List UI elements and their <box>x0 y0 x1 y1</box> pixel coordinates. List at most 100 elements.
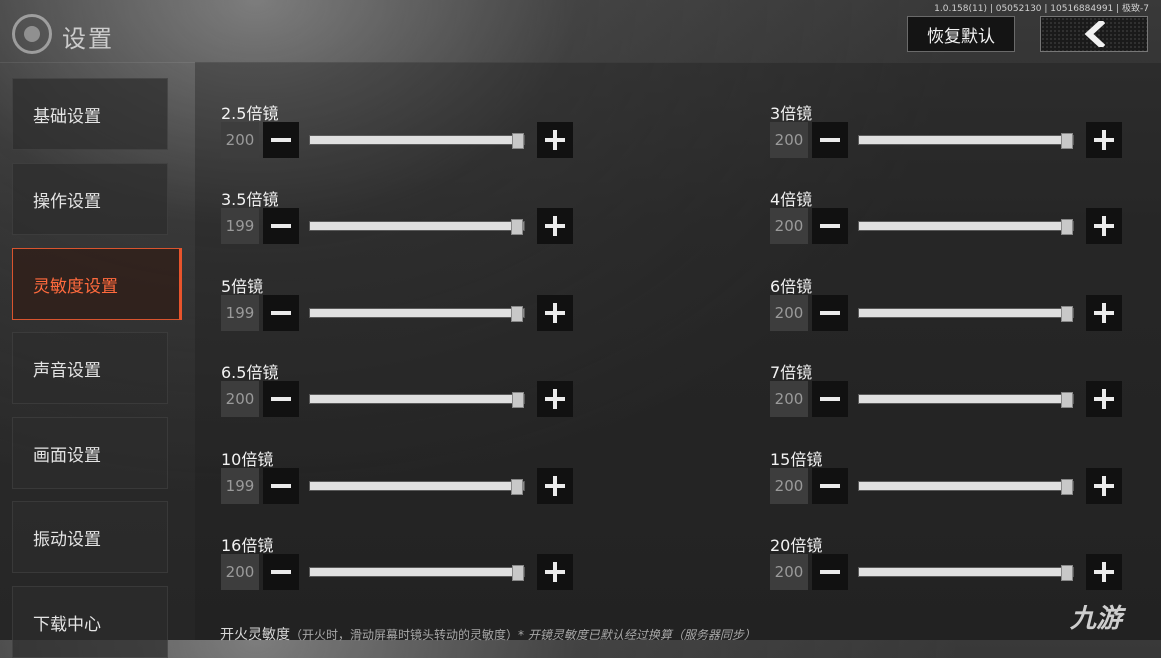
reset-default-button[interactable]: 恢复默认 <box>907 16 1015 52</box>
sensitivity-slider[interactable] <box>858 392 1074 408</box>
slider-fill <box>859 136 1067 144</box>
sensitivity-value[interactable]: 200 <box>221 554 259 590</box>
decrease-button[interactable] <box>812 208 848 244</box>
slider-thumb[interactable] <box>511 306 523 322</box>
increase-button[interactable] <box>1086 295 1122 331</box>
sensitivity-value[interactable]: 200 <box>770 468 808 504</box>
slider-thumb[interactable] <box>1061 565 1073 581</box>
plus-icon <box>1094 476 1114 496</box>
sensitivity-slider[interactable] <box>309 219 525 235</box>
slider-thumb[interactable] <box>1061 133 1073 149</box>
watermark-logo: 九游 <box>1070 604 1123 634</box>
increase-button[interactable] <box>1086 381 1122 417</box>
slider-thumb[interactable] <box>1061 219 1073 235</box>
sensitivity-value[interactable]: 200 <box>770 381 808 417</box>
sensitivity-slider[interactable] <box>309 392 525 408</box>
sensitivity-value[interactable]: 199 <box>221 468 259 504</box>
sensitivity-value[interactable]: 200 <box>770 554 808 590</box>
increase-button[interactable] <box>1086 208 1122 244</box>
increase-button[interactable] <box>1086 122 1122 158</box>
increase-button[interactable] <box>537 381 573 417</box>
sensitivity-slider[interactable] <box>858 306 1074 322</box>
sidebar-item-sensitivity[interactable]: 灵敏度设置 <box>12 248 182 320</box>
decrease-button[interactable] <box>263 295 299 331</box>
sensitivity-slider[interactable] <box>309 479 525 495</box>
decrease-button[interactable] <box>812 554 848 590</box>
decrease-button[interactable] <box>812 381 848 417</box>
plus-icon <box>545 130 565 150</box>
plus-icon <box>545 476 565 496</box>
page-title: 设置 <box>62 25 114 53</box>
sensitivity-value[interactable]: 199 <box>221 208 259 244</box>
plus-icon <box>1094 216 1114 236</box>
scope-sensitivity-row: 6.5倍镜 200 <box>221 359 581 435</box>
increase-button[interactable] <box>537 208 573 244</box>
increase-button[interactable] <box>537 468 573 504</box>
sensitivity-slider[interactable] <box>309 306 525 322</box>
back-button[interactable] <box>1040 16 1148 52</box>
slider-thumb[interactable] <box>1061 392 1073 408</box>
slider-thumb[interactable] <box>1061 306 1073 322</box>
decrease-button[interactable] <box>812 468 848 504</box>
scope-label: 3倍镜 <box>770 104 813 123</box>
scope-label: 5倍镜 <box>221 277 264 296</box>
sensitivity-value[interactable]: 200 <box>770 122 808 158</box>
increase-button[interactable] <box>537 295 573 331</box>
minus-icon <box>271 476 291 496</box>
sensitivity-value[interactable]: 200 <box>221 122 259 158</box>
slider-fill <box>310 222 517 230</box>
version-info: 1.0.158(11) | 05052130 | 10516884991 | 极… <box>934 4 1149 14</box>
minus-icon <box>820 216 840 236</box>
minus-icon <box>271 389 291 409</box>
sensitivity-value[interactable]: 199 <box>221 295 259 331</box>
increase-button[interactable] <box>537 122 573 158</box>
minus-icon <box>271 303 291 323</box>
decrease-button[interactable] <box>263 554 299 590</box>
decrease-button[interactable] <box>263 468 299 504</box>
scope-label: 10倍镜 <box>221 450 274 469</box>
sensitivity-slider[interactable] <box>858 219 1074 235</box>
plus-icon <box>1094 303 1114 323</box>
minus-icon <box>271 562 291 582</box>
slider-thumb[interactable] <box>512 565 524 581</box>
sensitivity-value[interactable]: 200 <box>770 208 808 244</box>
decrease-button[interactable] <box>812 122 848 158</box>
sensitivity-value[interactable]: 200 <box>221 381 259 417</box>
decrease-button[interactable] <box>812 295 848 331</box>
sensitivity-value[interactable]: 200 <box>770 295 808 331</box>
sidebar-item-audio[interactable]: 声音设置 <box>12 332 168 404</box>
scope-sensitivity-row: 3.5倍镜 199 <box>221 186 581 262</box>
slider-thumb[interactable] <box>512 392 524 408</box>
minus-icon <box>820 562 840 582</box>
minus-icon <box>271 130 291 150</box>
decrease-button[interactable] <box>263 122 299 158</box>
sidebar-item-downloads[interactable]: 下载中心 <box>12 586 168 658</box>
scope-sensitivity-row: 6倍镜 200 <box>770 273 1130 349</box>
sidebar-item-basic[interactable]: 基础设置 <box>12 78 168 150</box>
decrease-button[interactable] <box>263 208 299 244</box>
increase-button[interactable] <box>537 554 573 590</box>
slider-fill <box>310 395 518 403</box>
scope-sensitivity-row: 5倍镜 199 <box>221 273 581 349</box>
increase-button[interactable] <box>1086 468 1122 504</box>
slider-fill <box>859 309 1067 317</box>
sensitivity-slider[interactable] <box>309 565 525 581</box>
sensitivity-slider[interactable] <box>309 133 525 149</box>
slider-thumb[interactable] <box>511 219 523 235</box>
increase-button[interactable] <box>1086 554 1122 590</box>
sensitivity-slider[interactable] <box>858 133 1074 149</box>
minus-icon <box>271 216 291 236</box>
sidebar-item-graphics[interactable]: 画面设置 <box>12 417 168 489</box>
fire-sensitivity-heading: 开火灵敏度（开火时，滑动屏幕时镜头转动的灵敏度）* 开镜灵敏度已默认经过换算（服… <box>220 624 756 644</box>
slider-fill <box>310 482 517 490</box>
sidebar-item-vibration[interactable]: 振动设置 <box>12 501 168 573</box>
slider-thumb[interactable] <box>511 479 523 495</box>
sensitivity-slider[interactable] <box>858 565 1074 581</box>
decrease-button[interactable] <box>263 381 299 417</box>
sensitivity-slider[interactable] <box>858 479 1074 495</box>
sidebar-item-controls[interactable]: 操作设置 <box>12 163 168 235</box>
slider-thumb[interactable] <box>512 133 524 149</box>
slider-thumb[interactable] <box>1061 479 1073 495</box>
minus-icon <box>820 389 840 409</box>
minus-icon <box>820 303 840 323</box>
